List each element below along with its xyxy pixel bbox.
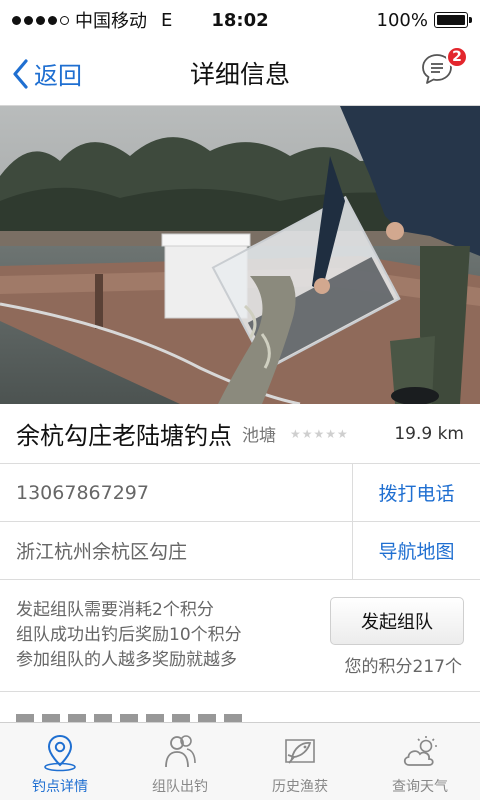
chevron-left-icon	[13, 58, 28, 89]
tab-spot-details[interactable]: 钓点详情	[0, 723, 120, 800]
status-bar: 中国移动 E 18:02 100%	[0, 0, 480, 40]
spot-photo	[0, 106, 480, 404]
tab-label: 组队出钓	[152, 779, 208, 795]
start-team-button[interactable]: 发起组队	[330, 597, 464, 645]
tab-history-catch[interactable]: 历史渔获	[240, 723, 360, 800]
back-button[interactable]: 返回	[12, 56, 82, 91]
spot-header: 余杭勾庄老陆塘钓点 池塘 ★★★★★ 19.9 km	[0, 404, 480, 464]
address-row: 浙江杭州余杭区勾庄 导航地图	[0, 522, 480, 580]
tab-weather[interactable]: 查询天气	[360, 723, 480, 800]
navigate-map-button[interactable]: 导航地图	[352, 522, 480, 579]
tab-bar: 钓点详情 组队出钓 历史渔获 查询天气	[0, 722, 480, 800]
clipped-text	[16, 714, 246, 722]
back-label: 返回	[34, 62, 82, 90]
messages-button[interactable]: 2	[420, 46, 468, 86]
call-button[interactable]: 拨打电话	[352, 464, 480, 521]
user-points: 您的积分217个	[344, 657, 462, 677]
network-type: E	[161, 9, 173, 31]
message-count-badge: 2	[446, 46, 468, 68]
spot-distance: 19.9 km	[394, 423, 464, 444]
tab-label: 查询天气	[392, 779, 448, 795]
tab-team-fishing[interactable]: 组队出钓	[120, 723, 240, 800]
carrier-name: 中国移动	[75, 11, 147, 32]
battery-percent: 100%	[376, 9, 428, 31]
battery-icon	[434, 12, 472, 28]
people-icon	[165, 735, 196, 768]
next-section-partial	[0, 692, 480, 722]
location-pin-icon	[44, 734, 76, 772]
weather-icon	[403, 736, 437, 766]
spot-type: 池塘	[242, 426, 276, 446]
fish-icon	[285, 739, 315, 764]
phone-number: 13067867297	[16, 481, 149, 504]
navigation-bar: 返回 详细信息 2	[0, 40, 480, 106]
address-text: 浙江杭州余杭区勾庄	[16, 541, 188, 563]
signal-strength-icon	[12, 15, 69, 25]
rating-stars-icon: ★★★★★	[290, 426, 349, 441]
spot-name: 余杭勾庄老陆塘钓点	[16, 422, 232, 450]
tab-label: 历史渔获	[272, 779, 328, 795]
tab-label: 钓点详情	[32, 779, 88, 795]
team-section: 发起组队需要消耗2个积分 组队成功出钓后奖励10个积分 参加组队的人越多奖励就越…	[0, 580, 480, 692]
phone-row: 13067867297 拨打电话	[0, 464, 480, 522]
